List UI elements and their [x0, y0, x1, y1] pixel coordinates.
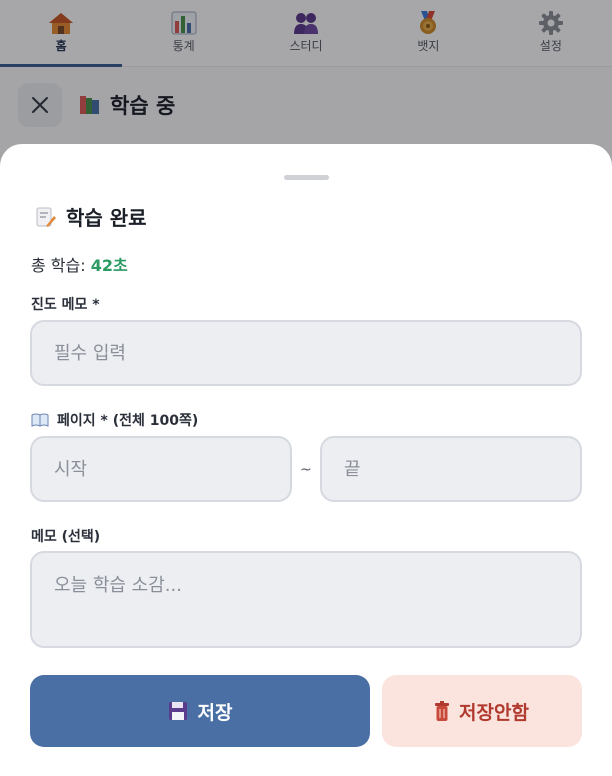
start-page-input[interactable]: [30, 436, 292, 502]
trash-icon: [435, 701, 450, 721]
save-button[interactable]: 저장: [30, 675, 370, 747]
progress-memo-input[interactable]: [30, 320, 582, 386]
discard-button-label: 저장안함: [459, 701, 529, 724]
pages-label-text: 페이지 * (전체 100쪽): [57, 413, 199, 429]
end-page-input[interactable]: [320, 436, 582, 502]
save-button-label: 저장: [197, 701, 233, 724]
discard-button[interactable]: 저장안함: [382, 675, 582, 747]
total-study-label: 총 학습:: [31, 256, 86, 275]
memo-label: 메모 (선택): [31, 529, 101, 545]
sheet-title-text: 학습 완료: [66, 206, 147, 230]
memo-icon: [36, 207, 56, 227]
sheet-title: 학습 완료: [34, 202, 147, 231]
progress-memo-label: 진도 메모 *: [31, 297, 100, 313]
pages-label: 페이지 * (전체 100쪽): [31, 410, 198, 430]
total-study-time: 총 학습: 42초: [31, 252, 128, 276]
open-book-icon: [31, 413, 49, 427]
floppy-disk-icon: [168, 702, 187, 720]
page-range-separator: ~: [300, 462, 312, 478]
total-study-value: 42초: [90, 256, 128, 275]
memo-textarea[interactable]: [30, 551, 582, 648]
study-complete-sheet: 학습 완료 총 학습: 42초 진도 메모 * 페이지 * (전체 100쪽) …: [0, 144, 612, 776]
sheet-drag-handle[interactable]: [284, 175, 329, 180]
